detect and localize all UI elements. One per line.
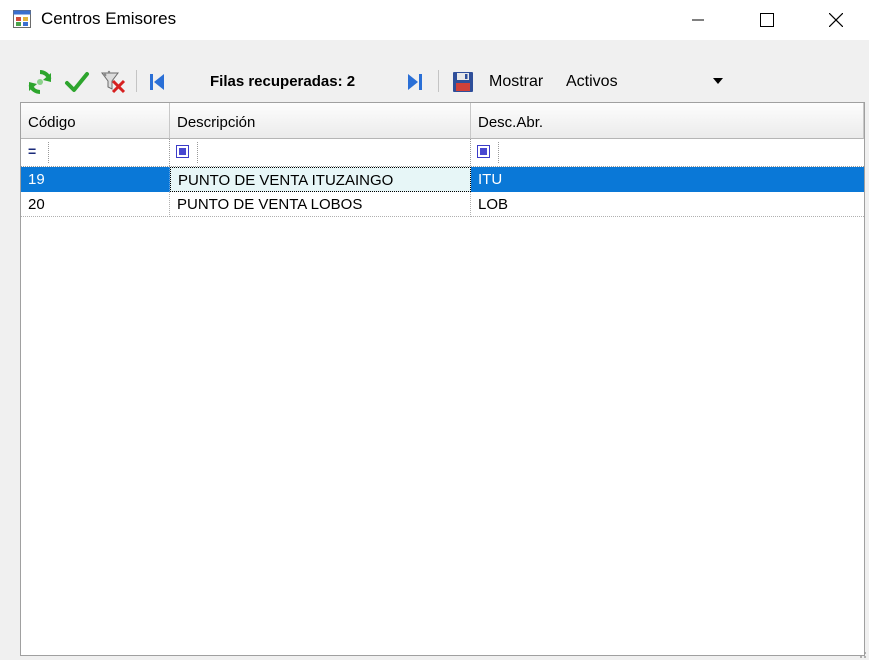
accept-button[interactable] [64, 69, 90, 95]
close-icon [829, 13, 843, 27]
refresh-icon [28, 70, 52, 94]
filter-operator-icon[interactable] [477, 145, 490, 158]
filter-row: = [21, 139, 864, 167]
minimize-icon [692, 19, 704, 21]
cell-codigo[interactable]: 20 [21, 192, 170, 217]
table-row[interactable]: 20 PUNTO DE VENTA LOBOS LOB [21, 192, 864, 217]
last-record-button[interactable] [404, 69, 426, 95]
window-title: Centros Emisores [41, 9, 177, 28]
rows-retrieved-label: Filas recuperadas: 2 [210, 73, 356, 90]
toolbar: Filas recuperadas: 2 Mostrar Activos [20, 63, 865, 101]
show-filter-dropdown[interactable]: Activos [561, 67, 727, 96]
filter-cell-desc-abr[interactable] [471, 139, 864, 166]
toolbar-separator [438, 70, 439, 92]
confirm-check-icon [65, 72, 89, 92]
maximize-icon [760, 13, 774, 27]
title-bar: Centros Emisores [0, 0, 869, 40]
filter-operator-icon[interactable] [176, 145, 189, 158]
filter-operator[interactable]: = [28, 144, 36, 158]
cell-descripcion[interactable]: PUNTO DE VENTA LOBOS [170, 192, 471, 217]
first-record-icon [150, 74, 164, 90]
minimize-button[interactable] [675, 0, 721, 40]
save-button[interactable] [450, 69, 476, 95]
column-header-descripcion[interactable]: Descripción [170, 103, 471, 139]
first-record-button[interactable] [146, 69, 168, 95]
last-record-icon [408, 74, 422, 90]
column-header-codigo[interactable]: Código [21, 103, 170, 139]
close-button[interactable] [813, 0, 859, 40]
app-window-icon [13, 10, 31, 28]
cell-desc-abr[interactable]: LOB [471, 192, 864, 217]
maximize-button[interactable] [744, 0, 790, 40]
cell-codigo[interactable]: 19 [21, 167, 170, 192]
delete-filter-button[interactable] [100, 69, 128, 95]
filter-cell-codigo[interactable]: = [21, 139, 170, 166]
save-icon [453, 72, 473, 92]
data-grid: Código Descripción Desc.Abr. = 19 PUNTO … [20, 102, 865, 656]
cell-desc-abr[interactable]: ITU [471, 167, 864, 192]
show-label: Mostrar [489, 73, 544, 90]
cell-descripcion[interactable]: PUNTO DE VENTA ITUZAINGO [170, 167, 471, 192]
filter-cell-descripcion[interactable] [170, 139, 471, 166]
delete-filter-icon [101, 70, 126, 94]
chevron-down-icon [713, 78, 723, 84]
toolbar-separator [136, 70, 137, 92]
refresh-button[interactable] [27, 69, 53, 95]
column-header-desc-abr[interactable]: Desc.Abr. [471, 103, 864, 139]
resize-grip-icon[interactable] [856, 648, 867, 659]
table-row[interactable]: 19 PUNTO DE VENTA ITUZAINGO ITU [21, 167, 864, 192]
show-filter-value: Activos [566, 73, 618, 90]
